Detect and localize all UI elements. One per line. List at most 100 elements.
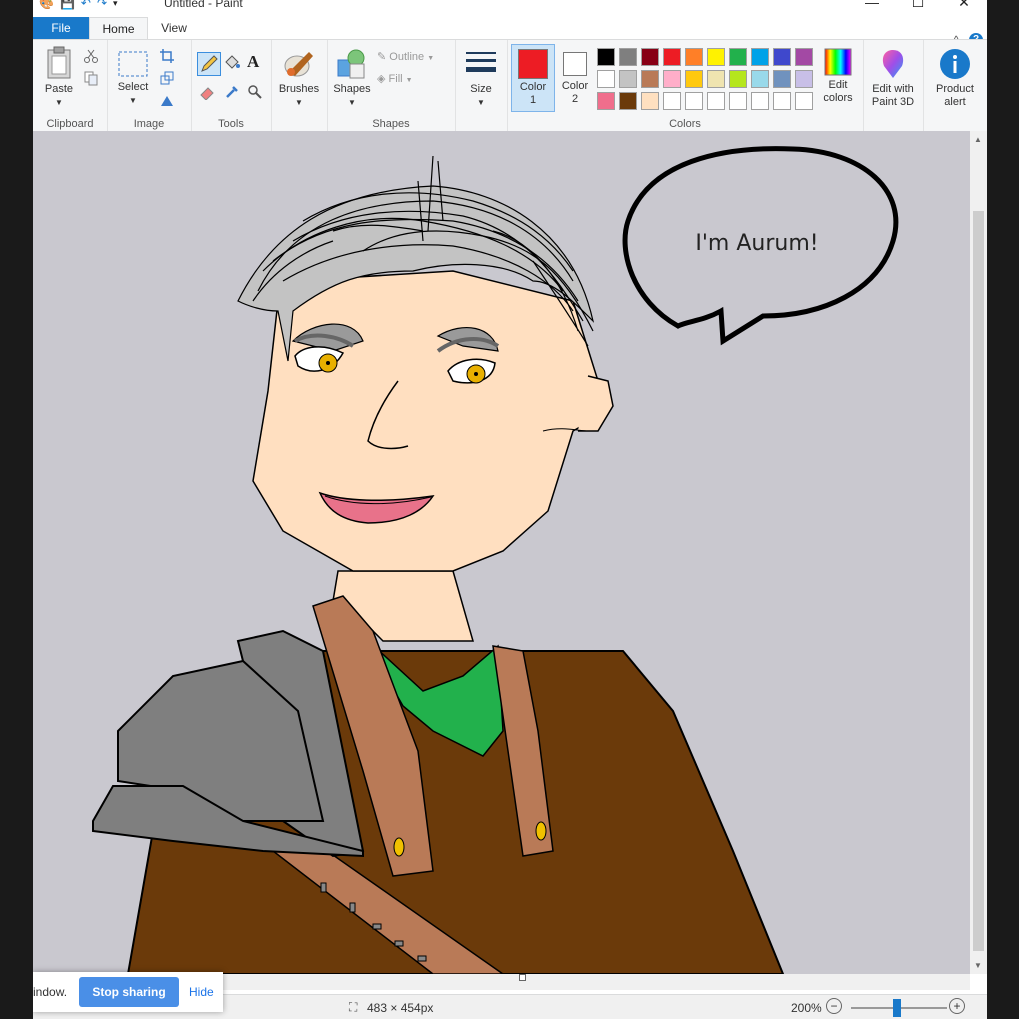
select-dropdown-icon[interactable]: ▼ bbox=[115, 94, 151, 107]
drawing-canvas[interactable]: I'm Aurum! bbox=[33, 131, 970, 974]
scroll-up-icon[interactable]: ▲ bbox=[974, 135, 982, 144]
fill-bucket-icon[interactable] bbox=[224, 54, 240, 70]
size-dropdown-icon[interactable]: ▼ bbox=[461, 96, 501, 109]
group-image: Select ▼ Image bbox=[107, 40, 192, 132]
palette-swatch[interactable] bbox=[619, 70, 637, 88]
tab-home[interactable]: Home bbox=[89, 17, 148, 40]
line-size-icon bbox=[466, 52, 496, 72]
crop-icon[interactable] bbox=[159, 48, 175, 64]
eraser-icon[interactable] bbox=[199, 84, 215, 100]
zoom-level: 200% bbox=[791, 1001, 822, 1015]
save-icon[interactable]: 💾 bbox=[60, 0, 75, 10]
speech-bubble-text: I'm Aurum! bbox=[695, 231, 818, 256]
edit-colors-label-line1: Edit bbox=[828, 79, 848, 91]
customize-qat-icon[interactable]: ▾ bbox=[113, 0, 118, 9]
product-alert-button[interactable]: Product alert bbox=[929, 48, 981, 109]
palette-swatch[interactable] bbox=[619, 48, 637, 66]
size-button[interactable]: Size ▼ bbox=[461, 48, 501, 109]
redo-icon[interactable]: ↷ bbox=[97, 0, 107, 10]
palette-swatch[interactable] bbox=[795, 92, 813, 110]
shapes-button[interactable]: Shapes ▼ bbox=[333, 48, 371, 109]
rotate-icon[interactable] bbox=[159, 92, 175, 108]
palette-swatch[interactable] bbox=[751, 70, 769, 88]
hide-link[interactable]: Hide bbox=[189, 985, 214, 999]
palette-swatch[interactable] bbox=[663, 70, 681, 88]
outline-button[interactable]: ✎ Outline ▼ bbox=[377, 50, 434, 63]
palette-swatch[interactable] bbox=[751, 48, 769, 66]
edit-with-paint3d-button[interactable]: Edit with Paint 3D bbox=[867, 48, 919, 109]
fill-button[interactable]: ◈ Fill ▼ bbox=[377, 72, 413, 85]
paste-dropdown-icon[interactable]: ▼ bbox=[39, 96, 79, 109]
maximize-button[interactable]: ☐ bbox=[895, 0, 941, 11]
tab-view[interactable]: View bbox=[153, 17, 195, 39]
vertical-scroll-thumb[interactable] bbox=[973, 211, 984, 951]
zoom-in-icon[interactable]: + bbox=[949, 998, 965, 1014]
window-controls: — ☐ ✕ bbox=[849, 0, 987, 11]
palette-swatch[interactable] bbox=[663, 92, 681, 110]
palette-swatch[interactable] bbox=[795, 70, 813, 88]
brushes-dropdown-icon[interactable]: ▼ bbox=[277, 96, 321, 109]
group-size: Size ▼ bbox=[455, 40, 508, 132]
pencil-icon[interactable] bbox=[197, 52, 221, 76]
palette-swatch[interactable] bbox=[795, 48, 813, 66]
select-button[interactable]: Select ▼ bbox=[115, 50, 151, 107]
palette-swatch[interactable] bbox=[707, 92, 725, 110]
vertical-scrollbar[interactable]: ▲ ▼ bbox=[970, 131, 987, 974]
copy-icon[interactable] bbox=[83, 70, 99, 86]
palette-swatch[interactable] bbox=[597, 92, 615, 110]
tab-file[interactable]: File bbox=[33, 17, 89, 39]
zoom-out-icon[interactable]: − bbox=[826, 998, 842, 1014]
palette-swatch[interactable] bbox=[707, 48, 725, 66]
group-clipboard: Paste ▼ Clipboard bbox=[33, 40, 108, 132]
paste-button[interactable]: Paste ▼ bbox=[39, 46, 79, 109]
undo-icon[interactable]: ↶ bbox=[81, 0, 91, 10]
clipboard-group-label: Clipboard bbox=[46, 118, 94, 130]
clipboard-icon bbox=[47, 46, 71, 79]
color2-button[interactable]: Color 2 bbox=[557, 44, 593, 110]
close-button[interactable]: ✕ bbox=[941, 0, 987, 11]
palette-swatch[interactable] bbox=[641, 70, 659, 88]
magnifier-icon[interactable] bbox=[247, 84, 263, 100]
palette-swatch[interactable] bbox=[729, 70, 747, 88]
edit-colors-button[interactable]: Edit colors bbox=[817, 48, 859, 105]
palette-swatch[interactable] bbox=[707, 70, 725, 88]
palette-swatch[interactable] bbox=[685, 70, 703, 88]
resize-icon[interactable] bbox=[159, 70, 175, 86]
tools-group-label: Tools bbox=[218, 118, 244, 130]
image-group-label: Image bbox=[133, 118, 165, 130]
zoom-slider-thumb[interactable] bbox=[893, 999, 901, 1017]
group-paint3d: Edit with Paint 3D bbox=[863, 40, 924, 132]
palette-swatch[interactable] bbox=[751, 92, 769, 110]
palette-swatch[interactable] bbox=[641, 92, 659, 110]
brushes-button[interactable]: Brushes ▼ bbox=[277, 48, 321, 109]
palette-swatch[interactable] bbox=[641, 48, 659, 66]
canvas-resize-handle[interactable] bbox=[519, 974, 526, 981]
palette-swatch[interactable] bbox=[597, 48, 615, 66]
palette-swatch[interactable] bbox=[773, 48, 791, 66]
color-picker-icon[interactable] bbox=[224, 84, 240, 100]
cut-icon[interactable] bbox=[83, 48, 99, 64]
select-label: Select bbox=[117, 81, 149, 93]
stop-sharing-button[interactable]: Stop sharing bbox=[79, 977, 179, 1007]
palette-swatch[interactable] bbox=[685, 92, 703, 110]
zoom-slider[interactable] bbox=[851, 999, 947, 1017]
palette-swatch[interactable] bbox=[729, 92, 747, 110]
palette-swatch[interactable] bbox=[729, 48, 747, 66]
canvas-area[interactable]: I'm Aurum! bbox=[33, 131, 987, 974]
palette-swatch[interactable] bbox=[619, 92, 637, 110]
palette-swatch[interactable] bbox=[685, 48, 703, 66]
palette-swatch[interactable] bbox=[773, 92, 791, 110]
belt-stud-2 bbox=[349, 902, 356, 913]
ribbon-tabs: File Home View ^ ? bbox=[33, 15, 987, 47]
paint-window: 🎨 💾 ↶ ↷ ▾ Untitled - Paint — ☐ ✕ File Ho… bbox=[33, 0, 987, 1019]
text-tool-icon[interactable]: A bbox=[247, 52, 259, 72]
group-colors: Color 1 Color 2 Edit colors Colors bbox=[507, 40, 864, 132]
color1-button[interactable]: Color 1 bbox=[511, 44, 555, 112]
scroll-down-icon[interactable]: ▼ bbox=[974, 961, 982, 970]
minimize-button[interactable]: — bbox=[849, 0, 895, 11]
palette-swatch[interactable] bbox=[597, 70, 615, 88]
palette-swatch[interactable] bbox=[773, 70, 791, 88]
brushes-label: Brushes bbox=[278, 83, 320, 95]
palette-swatch[interactable] bbox=[663, 48, 681, 66]
shapes-dropdown-icon[interactable]: ▼ bbox=[333, 96, 371, 109]
